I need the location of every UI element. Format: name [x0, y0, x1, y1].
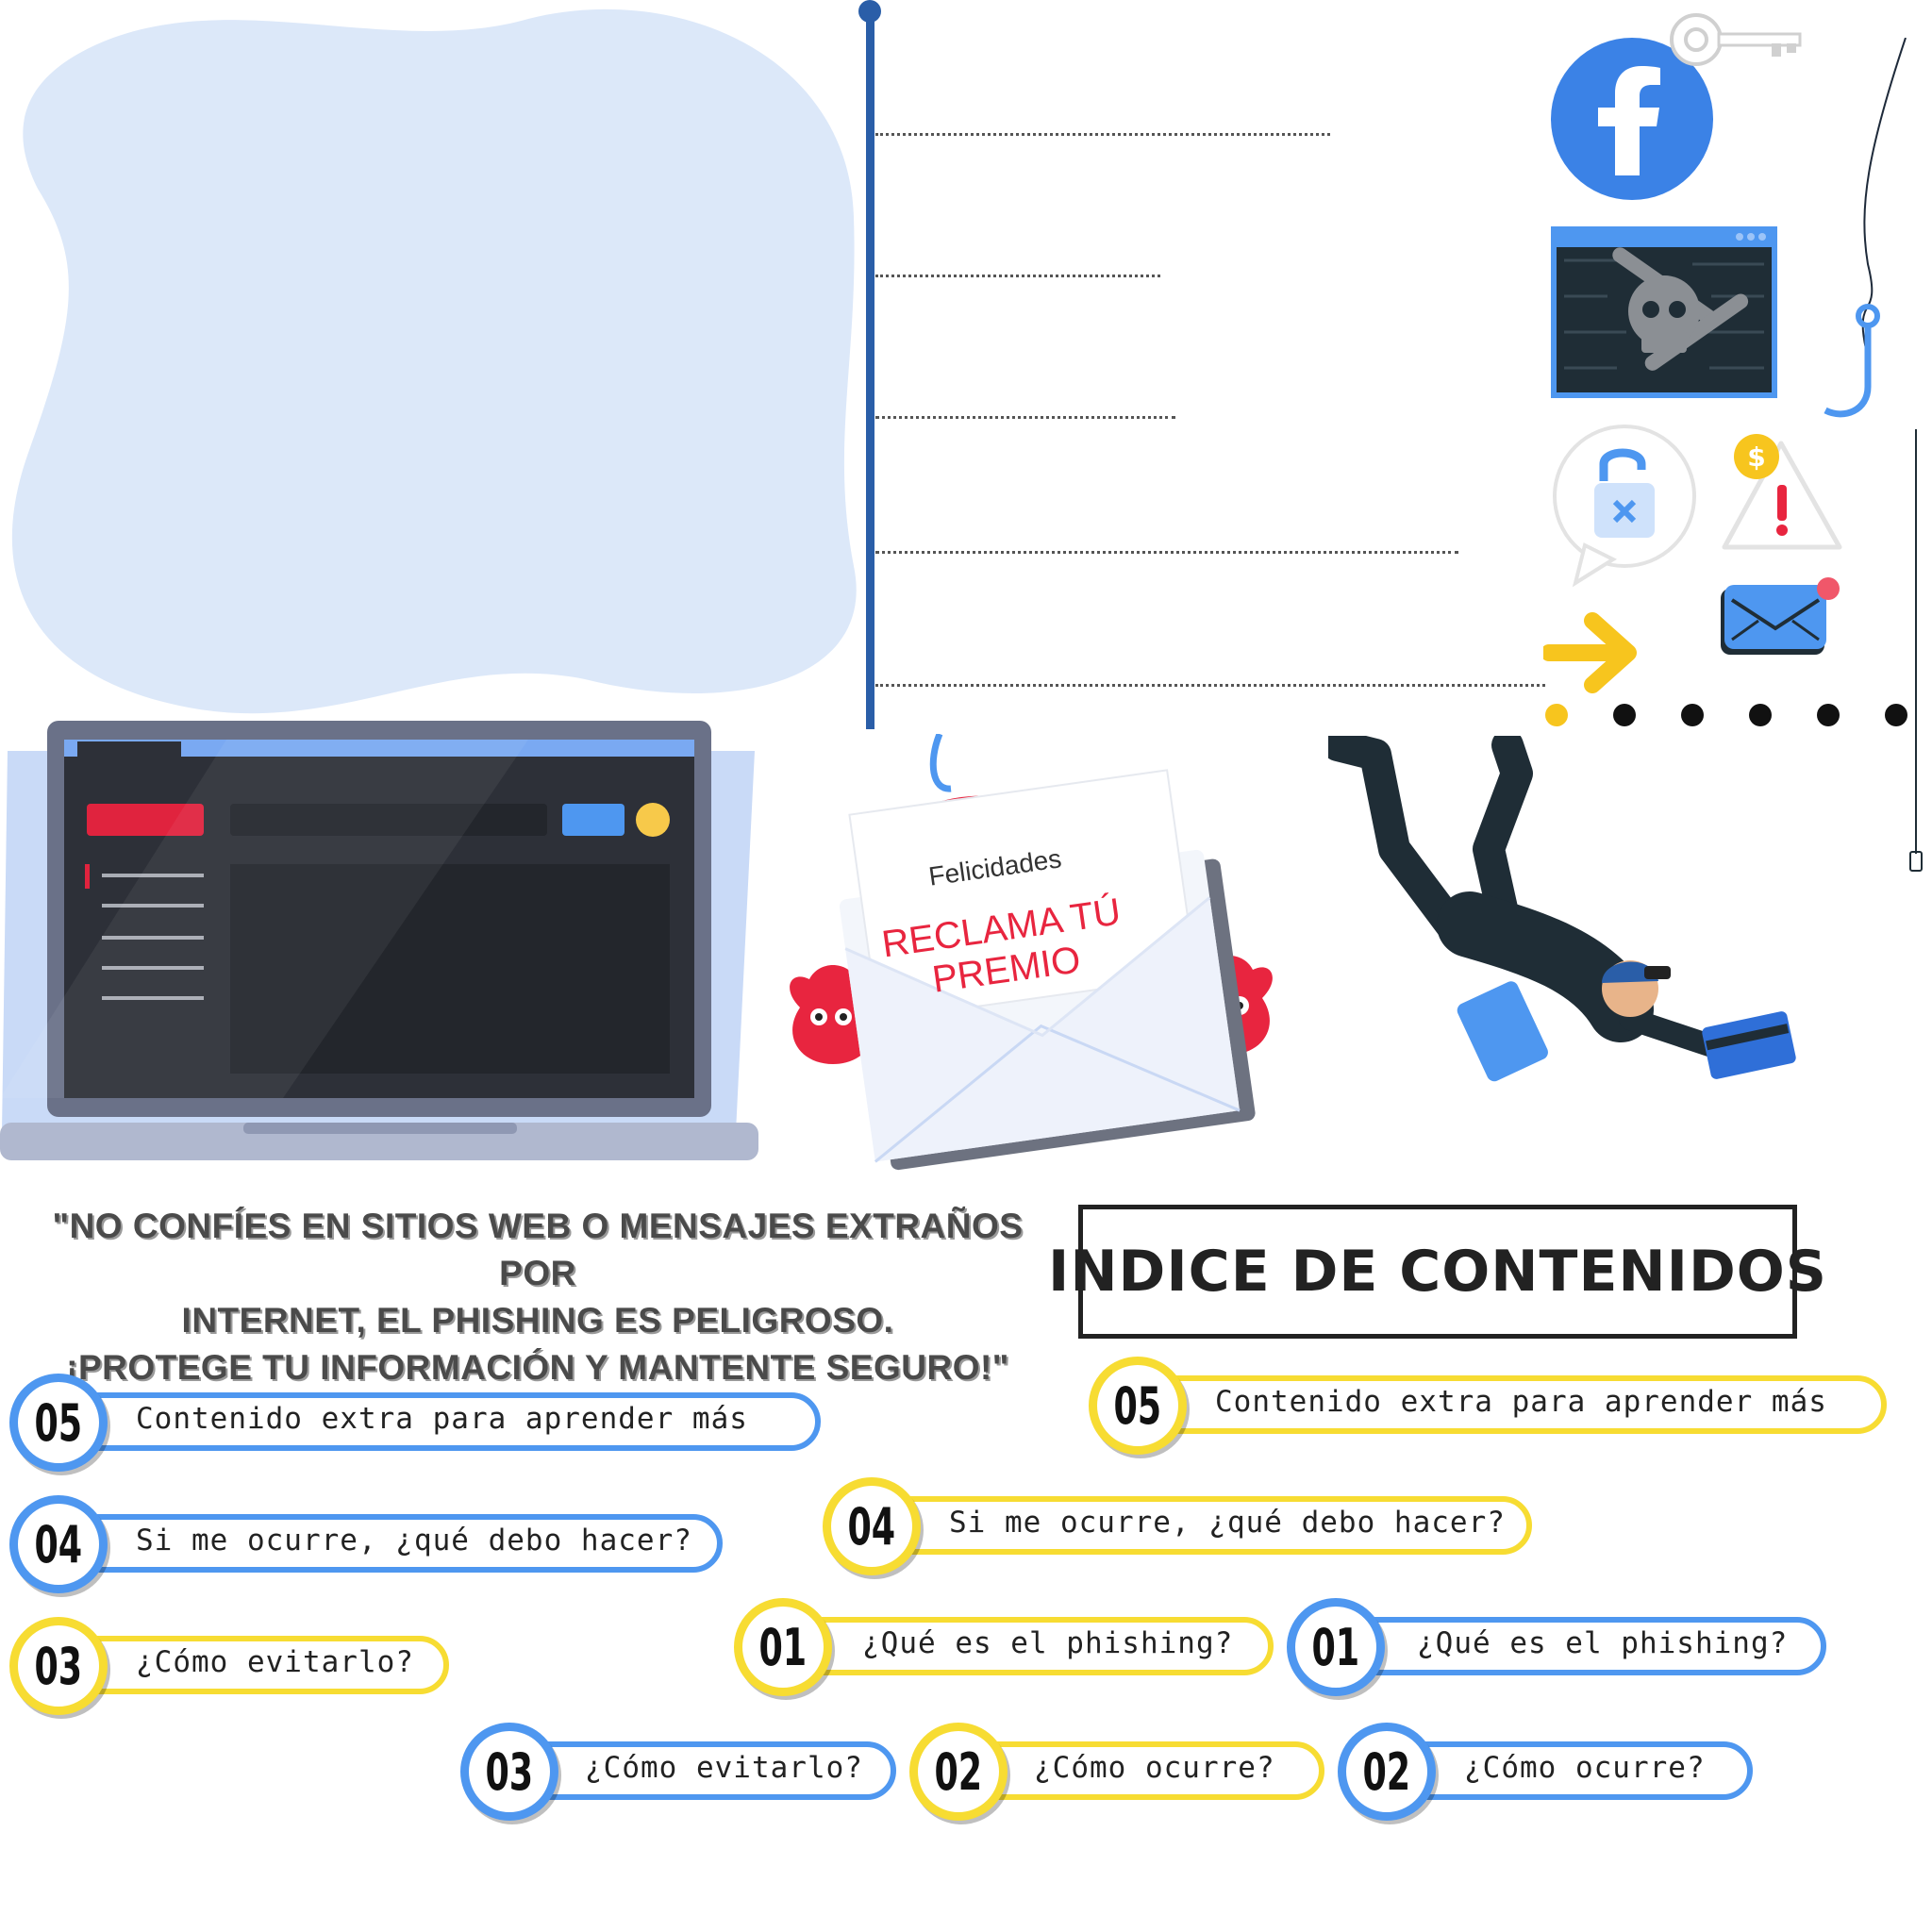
index-item-number-badge: 02 [909, 1723, 1008, 1821]
index-item-number: 03 [485, 1741, 534, 1802]
index-item-label: ¿Cómo ocurre? [1034, 1751, 1275, 1785]
dot-row [1545, 704, 1907, 728]
dotted-line [875, 684, 1545, 687]
index-item-label: ¿Qué es el phishing? [862, 1626, 1234, 1660]
index-item[interactable]: Si me ocurre, ¿qué debo hacer? 04 [823, 1477, 1532, 1575]
right-vertical-line [1915, 429, 1917, 854]
index-item-number: 02 [1362, 1741, 1411, 1802]
envelope-notification-icon [1721, 577, 1840, 655]
dot [1749, 704, 1772, 726]
index-item-number: 01 [1311, 1617, 1360, 1677]
timeline-line [866, 9, 874, 729]
index-item-label: ¿Cómo evitarlo? [136, 1645, 414, 1679]
dot [1681, 704, 1704, 726]
timeline-dot [858, 0, 881, 23]
laptop-illustration [0, 721, 758, 1160]
index-item-label: Si me ocurre, ¿qué debo hacer? [949, 1506, 1506, 1540]
index-item[interactable]: ¿Cómo evitarlo? 03 [9, 1617, 449, 1715]
index-item[interactable]: ¿Qué es el phishing? 01 [1287, 1598, 1826, 1696]
index-item-number-badge: 03 [9, 1617, 108, 1715]
quote-line: INTERNET, EL PHISHING ES PELIGROSO. [181, 1301, 894, 1340]
dotted-line [875, 275, 1160, 277]
index-item[interactable]: Si me ocurre, ¿qué debo hacer? 04 [9, 1495, 723, 1593]
index-item-number: 05 [1113, 1375, 1162, 1436]
dot [1613, 704, 1636, 726]
index-item-number-badge: 04 [9, 1495, 108, 1593]
index-item-number: 02 [934, 1741, 983, 1802]
index-item-number-badge: 01 [734, 1598, 832, 1696]
quote-line: "NO CONFÍES EN SITIOS WEB O MENSAJES EXT… [52, 1207, 1024, 1292]
index-item[interactable]: ¿Cómo evitarlo? 03 [460, 1723, 896, 1821]
index-item-number-badge: 02 [1338, 1723, 1436, 1821]
index-item-number: 01 [758, 1617, 808, 1677]
index-item-number: 03 [34, 1636, 83, 1696]
unlocked-padlock-icon [1553, 425, 1696, 588]
index-item[interactable]: ¿Qué es el phishing? 01 [734, 1598, 1274, 1696]
arrow-right-icon [1543, 612, 1637, 693]
index-item-label: Contenido extra para aprender más [136, 1402, 748, 1436]
index-item-number-badge: 05 [9, 1374, 108, 1472]
index-item-label: ¿Cómo evitarlo? [585, 1751, 863, 1785]
index-item[interactable]: ¿Cómo ocurre? 02 [909, 1723, 1324, 1821]
index-item-number-badge: 05 [1089, 1357, 1187, 1455]
index-item[interactable]: ¿Cómo ocurre? 02 [1338, 1723, 1753, 1821]
line-end-marker [1909, 851, 1923, 872]
safety-quote: "NO CONFÍES EN SITIOS WEB O MENSAJES EXT… [28, 1203, 1047, 1391]
index-item-number-badge: 01 [1287, 1598, 1385, 1696]
index-item-number: 05 [34, 1392, 83, 1453]
index-item-number-badge: 03 [460, 1723, 558, 1821]
index-heading-box: INDICE DE CONTENIDOS [1048, 1205, 1826, 1339]
money-warning-icon: $ [1722, 434, 1842, 550]
dotted-line [875, 416, 1175, 419]
index-item-label: ¿Cómo ocurre? [1464, 1751, 1706, 1785]
index-item[interactable]: Contenido extra para aprender más 05 [9, 1374, 821, 1472]
dotted-line [875, 551, 1458, 554]
index-item-label: ¿Qué es el phishing? [1417, 1626, 1789, 1660]
fishing-hook-icon [1824, 38, 1907, 418]
index-item-number: 04 [847, 1496, 896, 1557]
index-item-label: Contenido extra para aprender más [1215, 1385, 1827, 1419]
index-heading: INDICE DE CONTENIDOS [1048, 1239, 1827, 1305]
index-item-number-badge: 04 [823, 1477, 921, 1575]
dot [1817, 704, 1840, 726]
diver-hacker-illustration [1328, 736, 1796, 1082]
background-blob [11, 8, 857, 714]
index-item-number: 04 [34, 1514, 83, 1574]
svg-text:$: $ [1747, 441, 1765, 473]
dot [1545, 704, 1568, 726]
index-item-label: Si me ocurre, ¿qué debo hacer? [136, 1524, 692, 1557]
dot [1885, 704, 1907, 726]
skull-browser-icon [1551, 226, 1777, 398]
index-item[interactable]: Contenido extra para aprender más 05 [1089, 1357, 1887, 1455]
dotted-line [875, 133, 1330, 136]
key-icon [1670, 13, 1802, 66]
